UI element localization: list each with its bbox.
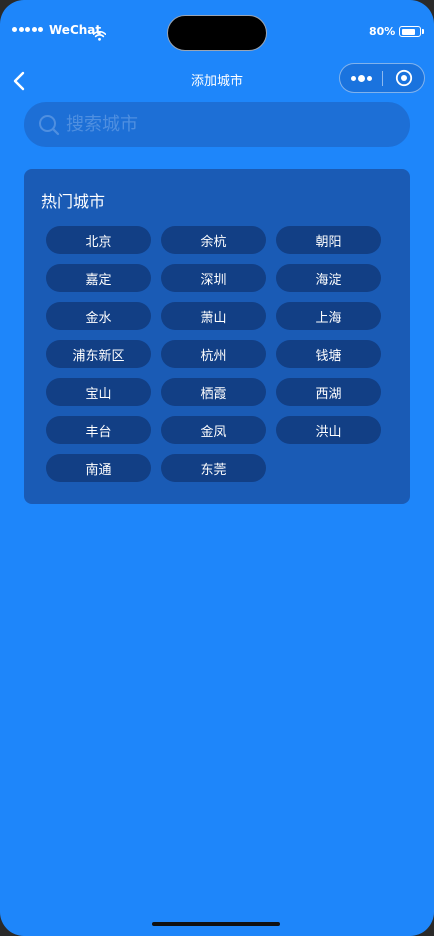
signal-strength-icon bbox=[12, 27, 43, 32]
home-indicator[interactable] bbox=[152, 922, 280, 926]
city-chip[interactable]: 南通 bbox=[46, 454, 151, 482]
battery-level-fill bbox=[401, 28, 416, 35]
status-bar: WeChat 80% bbox=[0, 0, 434, 60]
city-chip[interactable]: 丰台 bbox=[46, 416, 151, 444]
city-chip[interactable]: 余杭 bbox=[161, 226, 266, 254]
close-miniprogram-button[interactable] bbox=[383, 64, 425, 92]
city-grid: 北京 余杭 朝阳嘉定 深圳 海淀金水 萧山 上海浦东新区 杭州 钱塘宝山 栖霞 西湖丰台 金凤 洪山南通… bbox=[46, 226, 383, 482]
city-chip[interactable]: 钱塘 bbox=[276, 340, 381, 368]
more-dots-icon-right bbox=[366, 75, 372, 81]
wifi-icon bbox=[92, 26, 107, 45]
city-chip[interactable]: 东莞 bbox=[161, 454, 266, 482]
hot-cities-title: 热门城市 bbox=[41, 192, 106, 211]
city-chip[interactable]: 金水 bbox=[46, 302, 151, 330]
city-chip[interactable]: 深圳 bbox=[161, 264, 266, 292]
city-chip[interactable]: 洪山 bbox=[276, 416, 381, 444]
battery-cap bbox=[422, 29, 424, 34]
city-chip[interactable]: 宝山 bbox=[46, 378, 151, 406]
city-chip[interactable]: 上海 bbox=[276, 302, 381, 330]
city-chip[interactable]: 海淀 bbox=[276, 264, 381, 292]
city-chip[interactable]: 杭州 bbox=[161, 340, 266, 368]
city-chip[interactable]: 朝阳 bbox=[276, 226, 381, 254]
hot-cities-card: 热门城市 北京 余杭 朝阳嘉定 深圳 海淀金水 萧山 上海浦东新区 杭州 钱塘宝山 栖霞 西湖丰台金… bbox=[24, 169, 410, 504]
city-chip[interactable]: 北京 bbox=[46, 226, 151, 254]
more-dots-icon-center bbox=[357, 74, 365, 82]
city-chip[interactable]: 浦东新区 bbox=[46, 340, 151, 368]
city-chip[interactable]: 西湖 bbox=[276, 378, 381, 406]
search-input[interactable] bbox=[66, 102, 396, 147]
search-bar[interactable] bbox=[24, 102, 410, 147]
more-dots-icon bbox=[350, 75, 356, 81]
city-chip[interactable]: 栖霞 bbox=[161, 378, 266, 406]
city-chip[interactable]: 嘉定 bbox=[46, 264, 151, 292]
city-chip[interactable]: 金凤 bbox=[161, 416, 266, 444]
camera-notch bbox=[167, 15, 267, 51]
search-icon bbox=[39, 115, 60, 136]
battery-icon bbox=[399, 26, 421, 37]
phone-screen: WeChat 80% 添加城市 搜索城市 热门城市 北京 余杭 朝阳 嘉定 深圳… bbox=[0, 0, 434, 936]
miniprogram-capsule bbox=[339, 63, 425, 93]
city-chip[interactable]: 萧山 bbox=[161, 302, 266, 330]
battery-percentage: 80% bbox=[369, 25, 396, 38]
more-options-button[interactable] bbox=[340, 64, 382, 92]
target-close-icon bbox=[395, 69, 413, 87]
